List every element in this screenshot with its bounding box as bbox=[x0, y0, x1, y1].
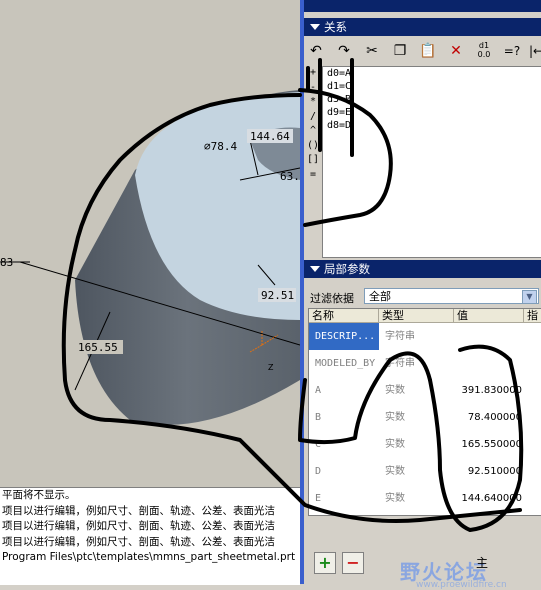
relations-editor[interactable]: d0=A d1=C d3=B d9=E d8=D bbox=[322, 66, 541, 258]
relations-header[interactable]: 关系 bbox=[304, 18, 541, 36]
table-row[interactable]: D 实数 92.510000 bbox=[309, 458, 541, 485]
message-line: 平面将不显示。 bbox=[2, 489, 76, 501]
filter-value: 全部 bbox=[369, 290, 391, 303]
main-label: 主 bbox=[476, 556, 489, 570]
param-name[interactable]: C bbox=[309, 431, 379, 458]
table-row[interactable]: C 实数 165.550000 bbox=[309, 431, 541, 458]
chevron-down-icon[interactable]: ▼ bbox=[522, 290, 537, 304]
copy-icon[interactable]: ❐ bbox=[390, 41, 410, 61]
paste-icon[interactable]: 📋 bbox=[418, 41, 438, 61]
watermark-url: www.proewildfire.cn bbox=[416, 580, 507, 590]
param-name[interactable]: B bbox=[309, 404, 379, 431]
relation-line[interactable]: d1=C bbox=[323, 80, 541, 93]
message-line: 项目以进行编辑，例如尺寸、剖面、轨迹、公差、表面光洁 bbox=[2, 520, 275, 532]
col-header-name[interactable]: 名称 bbox=[309, 309, 379, 323]
operator-column: + - * / ^ () [] = bbox=[306, 66, 320, 182]
col-header-type[interactable]: 类型 bbox=[379, 309, 454, 323]
relation-line[interactable]: d0=A bbox=[323, 67, 541, 80]
param-type[interactable]: 实数 bbox=[379, 431, 454, 458]
model-viewport[interactable]: ⌀78.4 144.64 63. 92.51 165.55 83 Z bbox=[0, 0, 300, 487]
col-header-value[interactable]: 值 bbox=[454, 309, 524, 323]
relation-line[interactable]: d8=D bbox=[323, 119, 541, 132]
message-line: 项目以进行编辑，例如尺寸、剖面、轨迹、公差、表面光洁 bbox=[2, 535, 275, 548]
dim-63[interactable]: 63. bbox=[280, 170, 300, 183]
delete-icon[interactable]: ✕ bbox=[446, 41, 466, 61]
relation-line[interactable]: d9=E bbox=[323, 106, 541, 119]
table-row[interactable]: B 实数 78.400000 bbox=[309, 404, 541, 431]
relations-panel: 关系 ↶ ↷ ✂ ❐ 📋 ✕ d1 0.0 =? |← + - * / ^ () … bbox=[304, 0, 541, 590]
dim-144[interactable]: 144.64 bbox=[250, 130, 290, 143]
model-graphic[interactable]: ⌀78.4 144.64 63. 92.51 165.55 83 Z bbox=[0, 0, 300, 487]
param-value[interactable] bbox=[454, 350, 524, 377]
operator-equals[interactable]: = bbox=[306, 168, 320, 183]
redo-icon[interactable]: ↷ bbox=[334, 41, 354, 61]
panel-top-strip bbox=[304, 0, 541, 12]
table-row[interactable]: MODELED_BY 字符串 bbox=[309, 350, 541, 377]
undo-icon[interactable]: ↶ bbox=[306, 41, 326, 61]
param-type[interactable]: 实数 bbox=[379, 377, 454, 404]
filter-select[interactable]: 全部 ▼ bbox=[364, 288, 539, 304]
param-name[interactable]: D bbox=[309, 458, 379, 485]
operator-divide[interactable]: / bbox=[306, 110, 320, 125]
cut-icon[interactable]: ✂ bbox=[362, 41, 382, 61]
collapse-triangle-icon[interactable] bbox=[310, 24, 320, 30]
params-bottom-bar: + − 野火论坛 www.proewildfire.cn 主 bbox=[304, 548, 541, 590]
col-header-designate[interactable]: 指 bbox=[524, 309, 541, 323]
message-line: Program Files\ptc\templates\mmns_part_sh… bbox=[2, 551, 296, 563]
message-area: 平面将不显示。 项目以进行编辑，例如尺寸、剖面、轨迹、公差、表面光洁 项目以进行… bbox=[0, 487, 300, 585]
param-name[interactable]: DESCRIP... bbox=[309, 323, 379, 350]
dim-diameter[interactable]: ⌀78.4 bbox=[204, 140, 237, 153]
evaluate-icon[interactable]: =? bbox=[502, 41, 522, 61]
remove-param-button[interactable]: − bbox=[342, 552, 364, 574]
param-value[interactable]: 144.640000 bbox=[454, 485, 524, 512]
param-name[interactable]: MODELED_BY bbox=[309, 350, 379, 377]
dim-165[interactable]: 165.55 bbox=[78, 341, 118, 354]
relation-line[interactable]: d3=B bbox=[323, 93, 541, 106]
operator-parentheses[interactable]: () bbox=[306, 139, 320, 154]
dim-92[interactable]: 92.51 bbox=[261, 289, 294, 302]
insert-function-icon[interactable]: |← bbox=[526, 41, 541, 61]
svg-text:Z: Z bbox=[268, 363, 274, 372]
switch-dimension-icon[interactable]: d1 0.0 bbox=[474, 41, 494, 61]
param-type[interactable]: 字符串 bbox=[379, 350, 454, 377]
relations-toolbar: ↶ ↷ ✂ ❐ 📋 ✕ d1 0.0 =? |← bbox=[304, 40, 541, 64]
table-row[interactable]: A 实数 391.830000 bbox=[309, 377, 541, 404]
operator-multiply[interactable]: * bbox=[306, 95, 320, 110]
filter-row: 过滤依据 全部 ▼ bbox=[304, 286, 541, 306]
param-value[interactable]: 78.400000 bbox=[454, 404, 524, 431]
table-row[interactable]: E 实数 144.640000 bbox=[309, 485, 541, 512]
local-params-title: 局部参数 bbox=[324, 262, 370, 276]
dim-83[interactable]: 83 bbox=[0, 256, 13, 269]
param-type[interactable]: 实数 bbox=[379, 458, 454, 485]
add-param-button[interactable]: + bbox=[314, 552, 336, 574]
param-name[interactable]: E bbox=[309, 485, 379, 512]
params-table: 名称 类型 值 指 DESCRIP... 字符串 MODELED_BY 字符串 … bbox=[308, 308, 541, 516]
collapse-triangle-icon[interactable] bbox=[310, 266, 320, 272]
param-value[interactable] bbox=[454, 323, 524, 350]
operator-power[interactable]: ^ bbox=[306, 124, 320, 139]
param-value[interactable]: 165.550000 bbox=[454, 431, 524, 458]
local-params-header[interactable]: 局部参数 bbox=[304, 260, 541, 278]
operator-brackets[interactable]: [] bbox=[306, 153, 320, 168]
param-type[interactable]: 实数 bbox=[379, 485, 454, 512]
param-value[interactable]: 92.510000 bbox=[454, 458, 524, 485]
filter-label: 过滤依据 bbox=[310, 292, 354, 305]
operator-plus[interactable]: + bbox=[306, 66, 320, 81]
message-line: 项目以进行编辑，例如尺寸、剖面、轨迹、公差、表面光洁 bbox=[2, 504, 275, 517]
relations-title: 关系 bbox=[324, 20, 347, 34]
param-type[interactable]: 字符串 bbox=[379, 323, 454, 350]
param-name[interactable]: A bbox=[309, 377, 379, 404]
param-type[interactable]: 实数 bbox=[379, 404, 454, 431]
operator-minus[interactable]: - bbox=[306, 81, 320, 96]
table-row[interactable]: DESCRIP... 字符串 bbox=[309, 323, 541, 350]
param-value[interactable]: 391.830000 bbox=[454, 377, 524, 404]
